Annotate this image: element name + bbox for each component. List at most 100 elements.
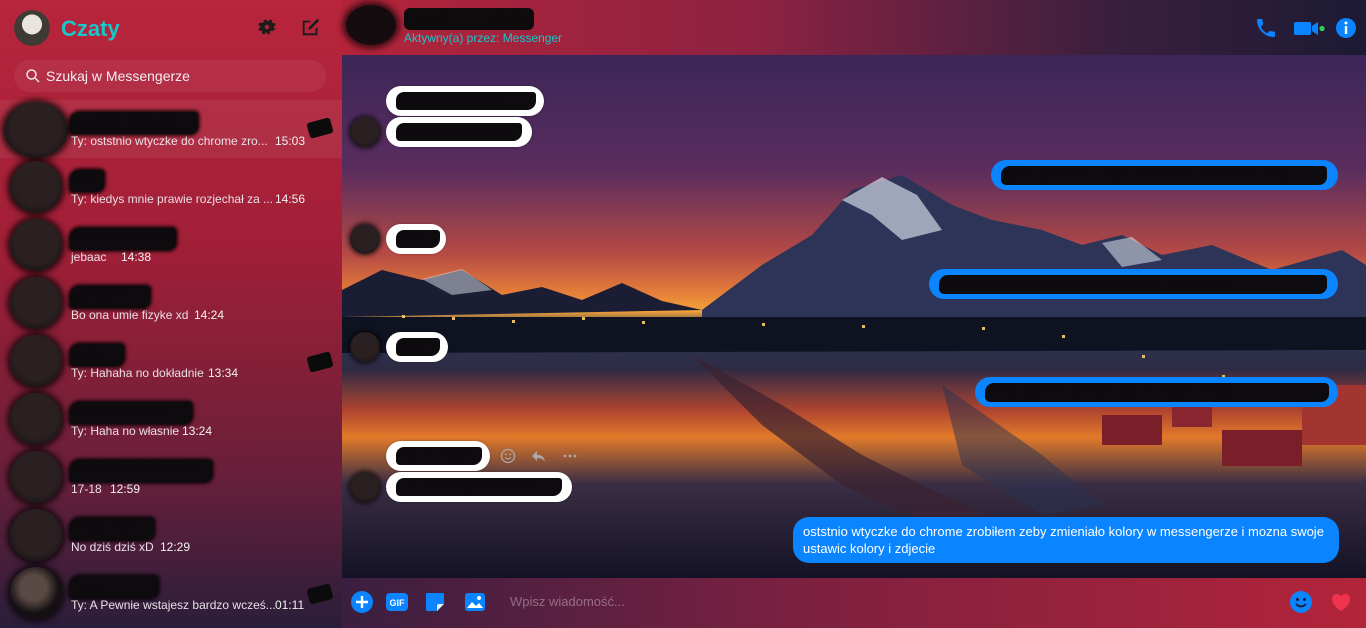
conversation-time: 14:24 (194, 308, 225, 322)
message-text: Co mnie zastanawia (396, 123, 522, 141)
seen-avatar (306, 351, 334, 373)
conversation-name: Ania (70, 170, 104, 192)
info-icon[interactable] (1334, 16, 1358, 40)
contact-avatar[interactable] (346, 5, 396, 45)
message-text: Nmm (396, 338, 440, 356)
conversation-header: Dominik Kręciwieł Aktywny(a) przez: Mess… (342, 0, 1366, 55)
outgoing-message[interactable]: Jak to jak ja sie z tego zatrzymam o kol… (991, 160, 1338, 190)
conversation-name: Karol Wiśniewski (70, 228, 176, 250)
seen-avatar (306, 583, 334, 605)
message-composer: GIF Wpisz wiadomość... (342, 578, 1366, 628)
conversation-name: Sebastian Ostrowski (70, 460, 212, 482)
message-thread: No co tam wariacie Co mnie zastanawia Zi… (342, 55, 1366, 578)
contact-avatar-small (350, 472, 380, 502)
outgoing-message[interactable]: Ja myslalem ze to nich to tylko stad sie… (929, 269, 1338, 299)
avatar (10, 161, 62, 213)
conversation-preview: No dziś dziś xD (71, 540, 154, 554)
conversation-name: Michał Sz. (70, 286, 150, 308)
conversation-time: 01:11 (275, 598, 305, 612)
gif-label: GIF (390, 598, 406, 608)
conversation-item[interactable]: Michał Sz. Bo ona umie fizyke xd 14:24 (0, 274, 342, 332)
conversation-preview: Bo ona umie fizyke xd (71, 308, 189, 322)
conversation-preview: 17-18 (71, 482, 102, 496)
conversation-item[interactable]: Zuza Ty: A Pewnie wstajesz bardzo wcześ.… (0, 564, 342, 622)
message-text: Ziemi (396, 230, 440, 248)
emoji-icon[interactable] (1289, 590, 1313, 614)
conversation-time: 12:29 (160, 540, 191, 554)
incoming-message[interactable]: Co mnie zastanawia (386, 117, 532, 147)
settings-gear-icon[interactable] (256, 16, 278, 38)
avatar (10, 567, 62, 619)
conversation-name: Dominik Kręciwieł (70, 112, 198, 134)
message-text: Jak to jak ja sie z tego zatrzymam o kol… (1001, 166, 1327, 185)
smile-react-icon[interactable] (500, 448, 516, 464)
message-text: A co z ta liną podchodzi (396, 478, 562, 496)
avatar (10, 451, 62, 503)
contact-avatar-small (350, 332, 380, 362)
conversation-panel: Dominik Kręciwieł Aktywny(a) przez: Mess… (342, 0, 1366, 628)
conversation-time: 13:24 (182, 424, 213, 438)
avatar (10, 335, 62, 387)
video-icon[interactable] (1292, 16, 1326, 40)
conversation-time: 15:03 (275, 134, 306, 148)
conversation-preview: Ty: Haha no własnie (71, 424, 180, 438)
conversation-name: Kinga Fyś (70, 518, 154, 540)
conversation-item[interactable]: Ania Ty: kiedys mnie prawie rozjechał za… (0, 158, 342, 216)
incoming-message[interactable]: A co z ta liną podchodzi (386, 472, 572, 502)
compose-icon[interactable] (300, 16, 322, 38)
incoming-message[interactable]: Ziemi (386, 224, 446, 254)
conversation-preview: Ty: Hahaha no dokładnie (71, 366, 204, 380)
conversation-name: Patryk Woźniak (70, 402, 192, 424)
message-text: Kaa no czaje (396, 447, 482, 465)
heart-icon[interactable] (1329, 590, 1353, 614)
conversation-item[interactable]: Karol Wiśniewski jebaac 14:38 (0, 216, 342, 274)
seen-avatar (306, 117, 334, 139)
conversation-item[interactable]: Dominik Kręciwieł Ty: oststnio wtyczke d… (0, 100, 342, 158)
conversation-item[interactable]: Kuba Ty: Hahaha no dokładnie 13:34 (0, 332, 342, 390)
message-text: Ja myslalem ze to nich to tylko stad sie… (939, 275, 1327, 294)
conversation-time: 14:56 (275, 192, 306, 206)
more-icon[interactable] (562, 448, 578, 464)
search-placeholder: Szukaj w Messengerze (46, 68, 190, 84)
search-icon (26, 69, 40, 83)
gif-icon[interactable]: GIF (385, 590, 409, 614)
avatar (10, 277, 62, 329)
avatar (10, 219, 62, 271)
outgoing-message[interactable]: To ma bardzo ma sens ale nie wiem ja tut… (975, 377, 1338, 407)
avatar (10, 393, 62, 445)
incoming-message[interactable]: Kaa no czaje (386, 441, 490, 471)
conversations-sidebar: Czaty Szukaj w Messengerze Dominik Kręci… (0, 0, 342, 628)
avatar (10, 509, 62, 561)
contact-avatar-small (350, 117, 380, 147)
conversation-item[interactable]: Kinga Fyś No dziś dziś xD 12:29 (0, 506, 342, 564)
contact-avatar-small (350, 224, 380, 254)
sticker-icon[interactable] (423, 590, 447, 614)
contact-name[interactable]: Dominik Kręciwieł (404, 8, 534, 30)
incoming-message[interactable]: Nmm (386, 332, 448, 362)
reply-icon[interactable] (530, 448, 546, 464)
message-text: No co tam wariacie (396, 92, 536, 110)
sidebar-header: Czaty (0, 0, 342, 58)
conversation-preview: jebaac (71, 250, 107, 264)
search-field[interactable]: Szukaj w Messengerze (14, 60, 326, 92)
conversation-time: 12:59 (110, 482, 141, 496)
conversation-preview: Ty: kiedys mnie prawie rozjechał za ... (71, 192, 274, 206)
message-text: To ma bardzo ma sens ale nie wiem ja tut… (985, 383, 1329, 402)
conversation-item[interactable]: Patryk Woźniak Ty: Haha no własnie 13:24 (0, 390, 342, 448)
conversation-preview: Ty: oststnio wtyczke do chrome zro... (71, 134, 268, 148)
plus-icon[interactable] (350, 590, 374, 614)
conversation-time: 14:38 (121, 250, 152, 264)
contact-status: Aktywny(a) przez: Messenger (404, 31, 563, 45)
user-avatar[interactable] (14, 10, 50, 46)
phone-icon[interactable] (1254, 16, 1278, 40)
message-input[interactable]: Wpisz wiadomość... (510, 594, 625, 609)
avatar (4, 102, 68, 158)
conversation-time: 13:34 (208, 366, 239, 380)
incoming-message[interactable]: No co tam wariacie (386, 86, 544, 116)
outgoing-message-last[interactable]: oststnio wtyczke do chrome zrobiłem zeby… (793, 517, 1339, 563)
conversation-name: Kuba (70, 344, 124, 366)
conversation-preview: Ty: A Pewnie wstajesz bardzo wcześ... (71, 598, 276, 612)
sidebar-title: Czaty (61, 16, 120, 41)
conversation-item[interactable]: Sebastian Ostrowski 17-18 12:59 (0, 448, 342, 506)
image-icon[interactable] (463, 590, 487, 614)
